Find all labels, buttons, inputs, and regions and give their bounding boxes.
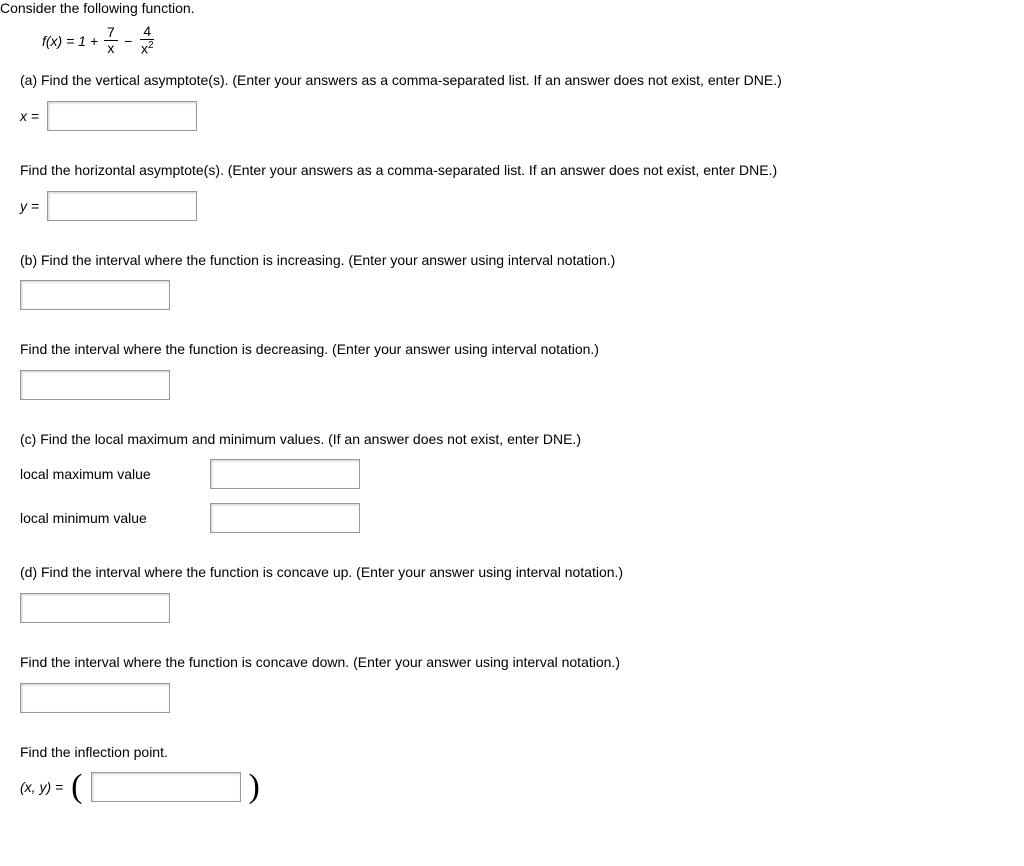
decreasing-interval-input[interactable] — [20, 370, 170, 400]
local-min-label: local minimum value — [20, 510, 190, 526]
minus-sign: − — [124, 33, 132, 49]
inflection-point-input[interactable] — [91, 772, 241, 802]
part-b-increasing-question: (b) Find the interval where the function… — [20, 251, 1004, 271]
function-formula: f(x) = 1 + 7 x − 4 x2 — [42, 24, 1004, 57]
formula-lhs: f(x) = 1 + — [42, 33, 98, 49]
local-max-label: local maximum value — [20, 466, 190, 482]
concave-down-input[interactable] — [20, 683, 170, 713]
frac2-den: x2 — [138, 40, 157, 57]
fraction-1: 7 x — [104, 25, 118, 57]
local-min-input[interactable] — [210, 503, 360, 533]
part-d-concave-down-question: Find the interval where the function is … — [20, 653, 1004, 673]
part-d-concave-up-question: (d) Find the interval where the function… — [20, 563, 1004, 583]
intro-text: Consider the following function. — [0, 0, 1004, 16]
horizontal-asymptote-input[interactable] — [47, 191, 197, 221]
frac1-num: 7 — [104, 25, 118, 41]
increasing-interval-input[interactable] — [20, 280, 170, 310]
local-max-input[interactable] — [210, 459, 360, 489]
part-c-question: (c) Find the local maximum and minimum v… — [20, 430, 1004, 450]
inflection-point-question: Find the inflection point. — [20, 743, 1004, 763]
frac2-num: 4 — [140, 24, 154, 40]
fraction-2: 4 x2 — [138, 24, 157, 57]
part-a-vertical-question: (a) Find the vertical asymptote(s). (Ent… — [20, 71, 1004, 91]
concave-up-input[interactable] — [20, 593, 170, 623]
part-b-decreasing-question: Find the interval where the function is … — [20, 340, 1004, 360]
vertical-asymptote-input[interactable] — [47, 101, 197, 131]
part-a-horizontal-question: Find the horizontal asymptote(s). (Enter… — [20, 161, 1004, 181]
y-equals-label: y = — [20, 198, 39, 214]
frac1-den: x — [104, 41, 117, 56]
xy-label: (x, y) = — [20, 779, 63, 795]
x-equals-label: x = — [20, 108, 39, 124]
